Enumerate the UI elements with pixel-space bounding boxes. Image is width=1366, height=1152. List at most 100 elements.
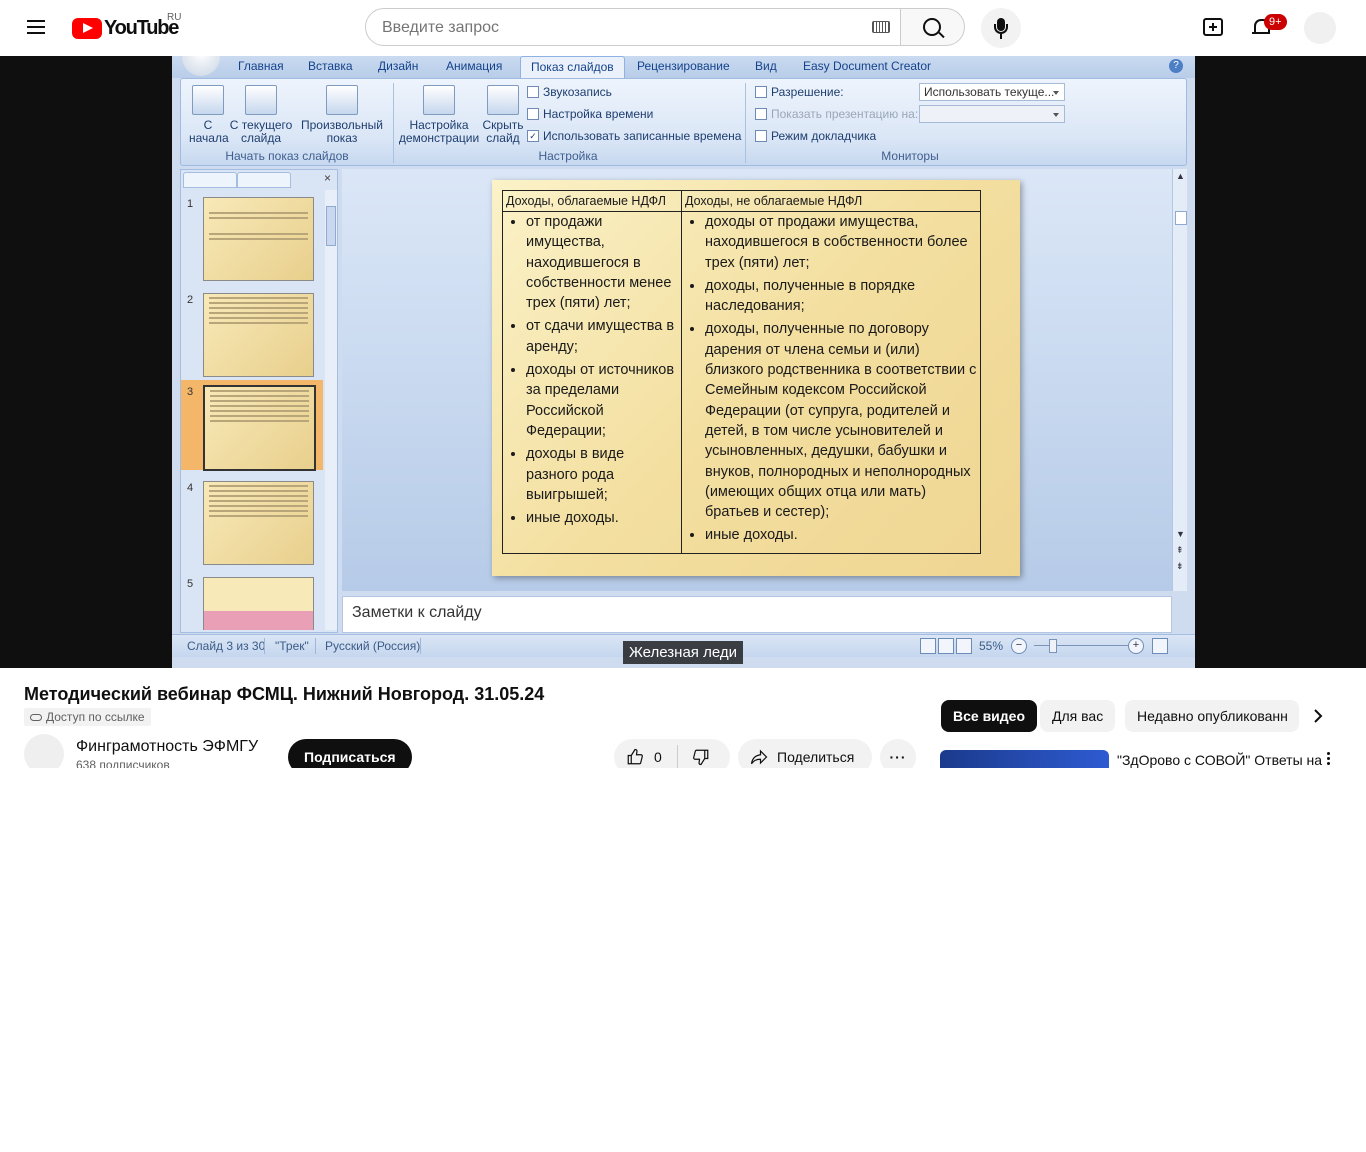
- taxable-item: от продажи имущества, находившегося в со…: [526, 212, 678, 313]
- tab-animation: Анимация: [446, 59, 503, 73]
- ribbon: С начала С текущего слайда Произвольный …: [180, 78, 1187, 166]
- resolution-label: Разрешение:: [755, 85, 844, 99]
- chip-recently-uploaded[interactable]: Недавно опубликованн: [1125, 700, 1299, 732]
- close-icon: ×: [323, 171, 331, 185]
- slide-sorter-icon: [938, 638, 954, 654]
- outline-tab: [237, 172, 291, 188]
- slides-tab: [183, 172, 237, 188]
- use-timings-checkbox: ✓ Использовать записанные времена: [527, 129, 741, 143]
- taxable-item: от сдачи имущества в аренду;: [526, 316, 678, 357]
- normal-view-icon: [920, 638, 936, 654]
- tab-design: Дизайн: [378, 59, 419, 73]
- setup-show-button: Настройка демонстрации: [397, 85, 481, 145]
- thumbnail-3: 3: [181, 380, 323, 471]
- from-beginning-button: С начала: [189, 85, 229, 145]
- taxable-item: доходы от источников за пределами Россий…: [526, 360, 678, 441]
- video-player[interactable]: Главная Вставка Дизайн Анимация Показ сл…: [0, 56, 1366, 668]
- chevron-right-icon[interactable]: [1306, 704, 1330, 728]
- custom-show-button: Произвольный показ: [299, 85, 385, 145]
- thumbnail-scrollbar: [325, 190, 337, 630]
- checkbox-icon: [755, 130, 767, 142]
- like-icon[interactable]: [626, 748, 644, 766]
- slideshow-start-icon: [192, 85, 224, 115]
- tab-view: Вид: [755, 59, 777, 73]
- recommendation-thumbnail[interactable]: [940, 750, 1109, 768]
- presenter-view-checkbox: Режим докладчика: [755, 129, 876, 143]
- group-label-setup: Настройка: [538, 149, 598, 163]
- more-icon: ···: [889, 749, 907, 765]
- slideshow-current-icon: [245, 85, 277, 115]
- group-label-monitors: Мониторы: [881, 149, 939, 163]
- access-label: Доступ по ссылке: [46, 710, 145, 724]
- tab-home: Главная: [238, 59, 284, 73]
- timings-icon: [527, 108, 539, 120]
- menu-icon[interactable]: [24, 16, 48, 40]
- non-taxable-item: иные доходы.: [705, 525, 977, 545]
- search-icon: [923, 18, 941, 36]
- thumbnail-4: 4: [181, 476, 323, 566]
- video-caption: Железная леди: [623, 641, 743, 664]
- thumbnail-1: 1: [181, 192, 323, 282]
- non-taxable-item: доходы от продажи имущества, находившего…: [705, 212, 977, 273]
- tab-review: Рецензирование: [637, 59, 730, 73]
- zoom-slider-thumb: [1049, 639, 1057, 653]
- link-icon: [30, 713, 42, 721]
- share-icon: [750, 749, 768, 765]
- powerpoint-window: Главная Вставка Дизайн Анимация Показ сл…: [172, 56, 1195, 668]
- theme-name: "Трек": [275, 639, 309, 653]
- header-non-taxable: Доходы, не облагаемые НДФЛ: [681, 190, 981, 212]
- resolution-icon: [755, 86, 767, 98]
- search-placeholder: Введите запрос: [382, 19, 499, 36]
- slide-notes: Заметки к слайду: [342, 596, 1172, 633]
- voice-search-button[interactable]: [981, 8, 1021, 48]
- tab-slideshow: Показ слайдов: [520, 56, 625, 78]
- checkbox-checked-icon: ✓: [527, 130, 539, 142]
- notes-placeholder: Заметки к слайду: [352, 604, 482, 621]
- resolution-select: Использовать текуще...: [919, 83, 1065, 101]
- group-label-start: Начать показ слайдов: [225, 149, 349, 163]
- language: Русский (Россия): [325, 639, 421, 653]
- notification-badge: 9+: [1264, 14, 1287, 30]
- country-code: RU: [167, 12, 182, 23]
- show-on-label: Показать презентацию на:: [755, 107, 918, 121]
- taxable-item: доходы в виде разного рода выигрышей;: [526, 444, 678, 505]
- custom-show-icon: [326, 85, 358, 115]
- zoom-out-icon: −: [1011, 638, 1027, 654]
- search-button[interactable]: [901, 8, 965, 46]
- more-vert-icon[interactable]: [1326, 752, 1332, 768]
- create-video-icon[interactable]: [1203, 18, 1223, 36]
- record-narration: Звукозапись: [527, 85, 612, 99]
- slideshow-view-icon: [956, 638, 972, 654]
- slide: Доходы, облагаемые НДФЛ Доходы, не облаг…: [492, 180, 1020, 576]
- help-icon: ?: [1169, 59, 1183, 73]
- blank-area: [0, 768, 1366, 1152]
- chip-all-videos[interactable]: Все видео: [941, 700, 1038, 732]
- channel-name[interactable]: Финграмотность ЭФМГУ: [76, 738, 258, 756]
- chip-for-you[interactable]: Для вас: [1040, 700, 1116, 732]
- income-tax-table: Доходы, облагаемые НДФЛ Доходы, не облаг…: [502, 190, 981, 554]
- header-taxable: Доходы, облагаемые НДФЛ: [502, 190, 682, 212]
- dislike-icon[interactable]: [692, 748, 710, 766]
- taxable-item: иные доходы.: [526, 508, 678, 528]
- youtube-logo[interactable]: YouTube RU: [72, 12, 181, 40]
- youtube-play-icon: [72, 17, 102, 39]
- slide-scrollbar: ▲ ▼ ⇞ ⇟: [1172, 169, 1187, 591]
- show-on-select: [919, 105, 1065, 123]
- ribbon-tab-bar: Главная Вставка Дизайн Анимация Показ сл…: [172, 56, 1195, 78]
- search-input[interactable]: Введите запрос: [365, 8, 901, 46]
- non-taxable-item: доходы, полученные по договору дарения о…: [705, 319, 977, 522]
- non-taxable-item: доходы, полученные в порядке наследовани…: [705, 276, 977, 317]
- masthead: YouTube RU Введите запрос 9+: [0, 0, 1366, 56]
- tab-insert: Вставка: [308, 59, 353, 73]
- zoom-level: 55%: [979, 639, 1004, 653]
- slide-counter: Слайд 3 из 30: [187, 639, 266, 653]
- account-avatar[interactable]: [1304, 12, 1336, 44]
- zoom-in-icon: +: [1128, 638, 1144, 654]
- narration-icon: [527, 86, 539, 98]
- recommendation-title[interactable]: "ЗдОрово с СОВОЙ" Ответы на: [1117, 752, 1322, 768]
- hide-slide-button: Скрыть слайд: [481, 85, 525, 145]
- access-badge: Доступ по ссылке: [24, 708, 151, 726]
- setup-show-icon: [423, 85, 455, 115]
- rehearse-timings: Настройка времени: [527, 107, 653, 121]
- keyboard-icon[interactable]: [872, 21, 890, 33]
